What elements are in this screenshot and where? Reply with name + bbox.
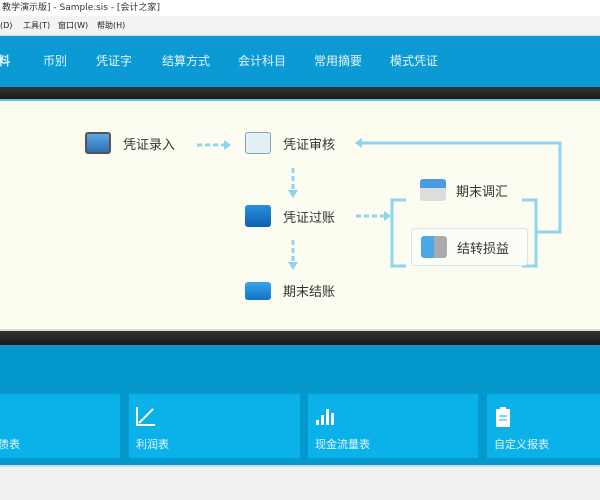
report-custom[interactable]: 自定义报表 xyxy=(487,394,600,458)
clipboard-icon xyxy=(496,407,510,427)
workflow-panel: 凭证录入 凭证审核 凭证过账 期末结账 期末调汇 结转损益 xyxy=(0,99,600,331)
flow-transfer-pl[interactable]: 结转损益 xyxy=(411,228,528,266)
period-close-icon xyxy=(245,281,271,300)
flow-voucher-entry[interactable]: 凭证录入 xyxy=(85,132,175,154)
report-income-statement[interactable]: 利润表 xyxy=(129,394,300,458)
monitor-chart-icon xyxy=(245,205,271,227)
flow-period-exchange[interactable]: 期末调汇 xyxy=(420,179,508,201)
flow-voucher-audit[interactable]: 凭证审核 xyxy=(245,132,335,154)
line-chart-icon xyxy=(136,407,155,426)
flow-period-close[interactable]: 期末结账 xyxy=(245,281,335,300)
flow-voucher-post[interactable]: 凭证过账 xyxy=(245,205,335,227)
report-balance-sheet[interactable]: 债表 xyxy=(0,394,120,458)
audit-magnifier-icon xyxy=(245,132,271,154)
reports-area: 债表 利润表 现金流量表 自定义报表 xyxy=(0,345,600,465)
calculator-chart-icon xyxy=(421,236,447,258)
status-bar xyxy=(0,465,600,500)
divider xyxy=(0,331,600,345)
report-cash-flow[interactable]: 现金流量表 xyxy=(308,394,478,458)
voucher-entry-icon xyxy=(85,132,111,154)
bar-chart-icon xyxy=(316,409,334,425)
envelope-icon xyxy=(420,179,446,201)
